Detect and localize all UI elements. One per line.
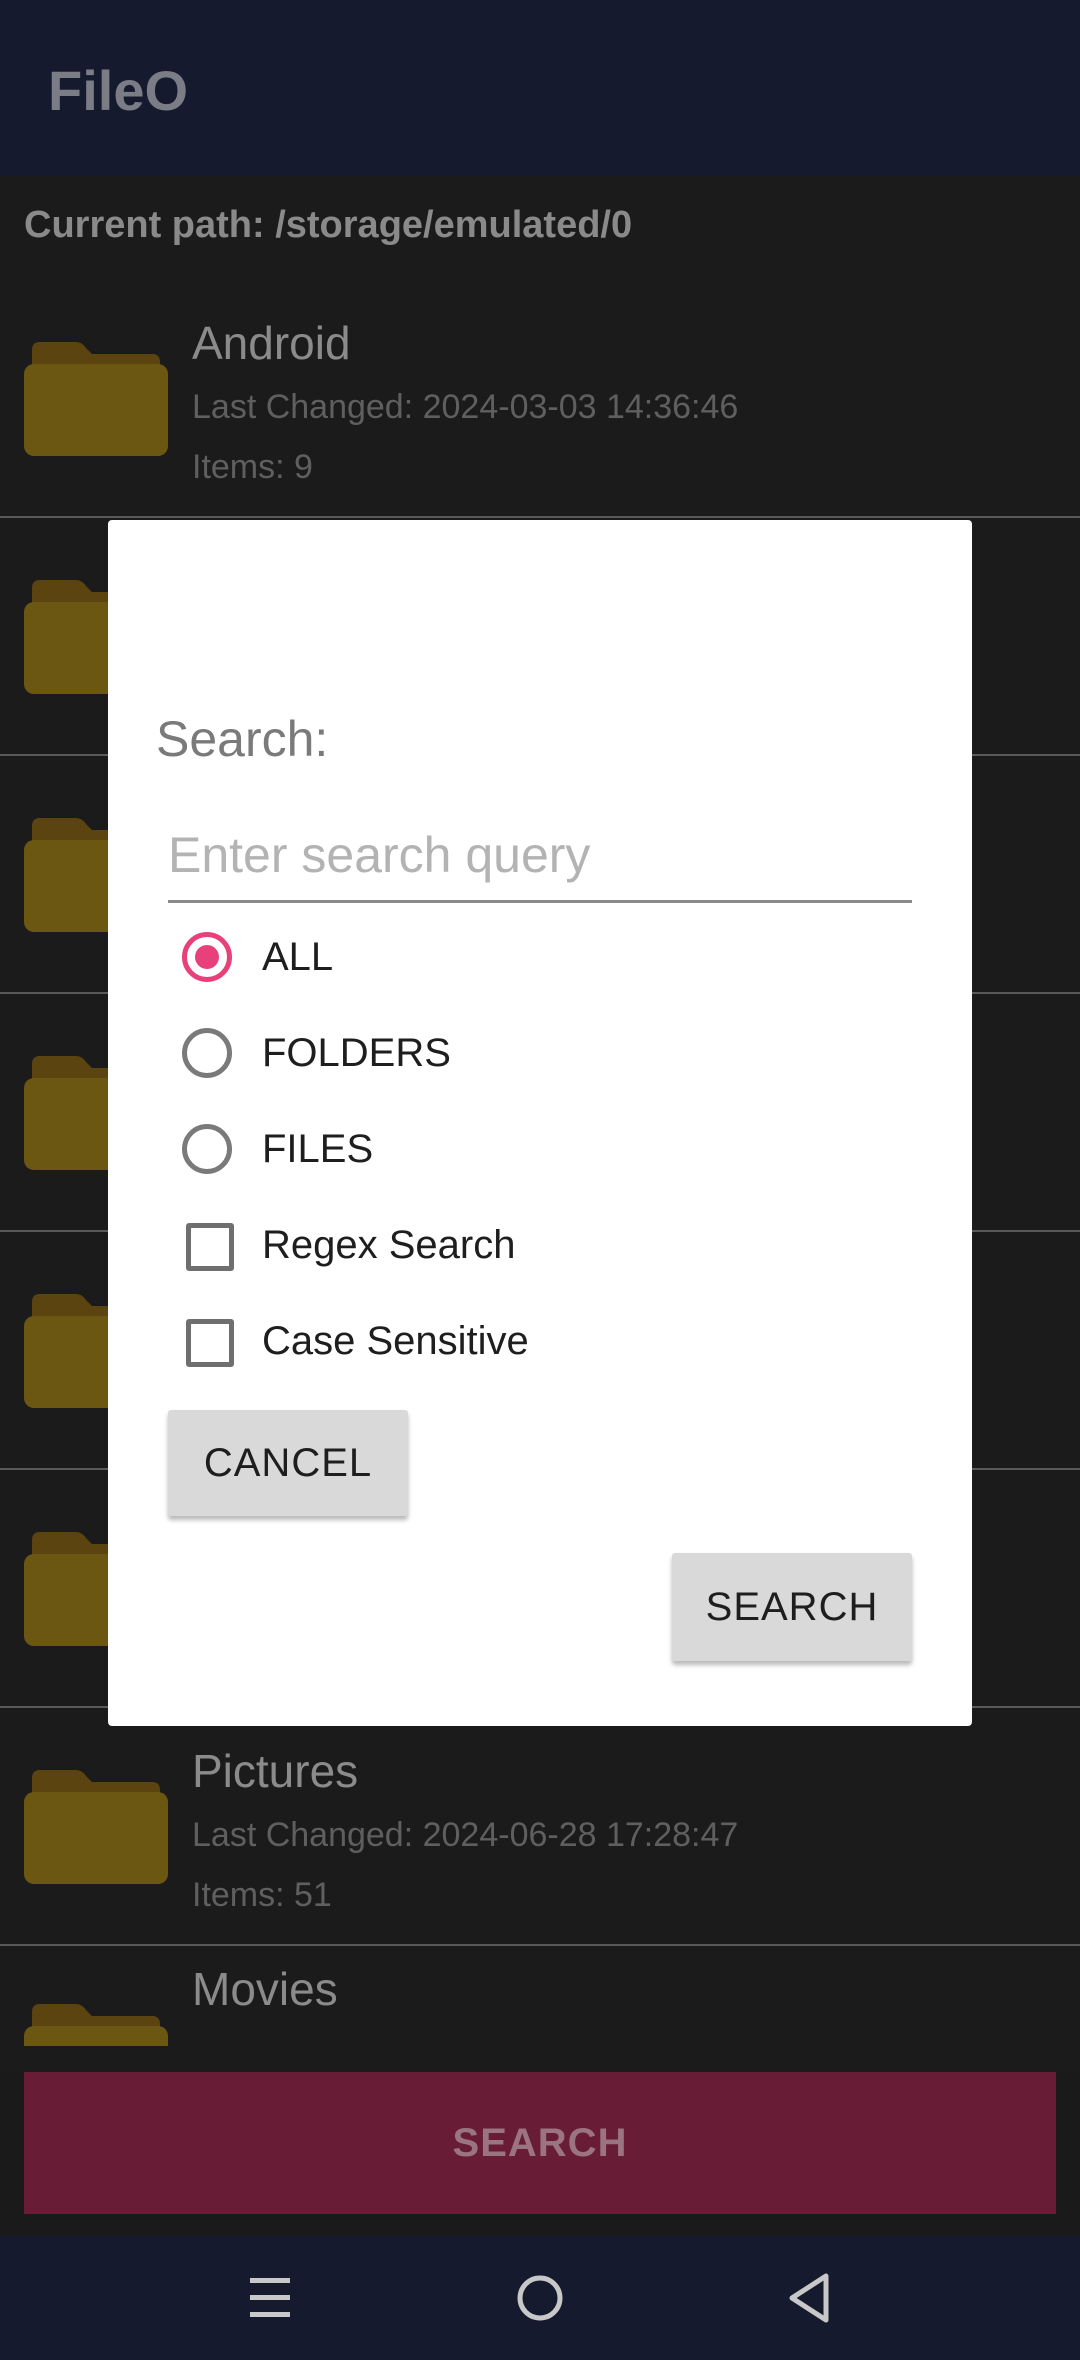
checkbox-regex[interactable]: Regex Search <box>174 1213 674 1283</box>
radio-folders[interactable]: FOLDERS <box>174 1021 674 1091</box>
folder-name: Movies <box>192 1963 338 2015</box>
current-path: Current path: /storage/emulated/0 <box>24 204 633 246</box>
bottom-search-button[interactable]: SEARCH <box>24 2072 1056 2214</box>
home-icon[interactable] <box>500 2258 580 2338</box>
folder-icon <box>24 342 168 456</box>
search-button[interactable]: SEARCH <box>672 1553 912 1661</box>
radio-button[interactable] <box>182 1124 232 1174</box>
radio-files-label: FILES <box>262 1127 374 1171</box>
menu-icon[interactable] <box>230 2258 310 2338</box>
folder-items: Items: 9 <box>192 448 313 486</box>
checkbox-regex-label: Regex Search <box>262 1223 516 1267</box>
cancel-button[interactable]: CANCEL <box>168 1410 408 1516</box>
folder-row-android[interactable]: Android Last Changed: 2024-03-03 14:36:4… <box>0 280 1080 518</box>
app-title: FileO <box>48 59 189 122</box>
folder-date: Last Changed: 2024-06-28 17:28:47 <box>192 1816 739 1854</box>
radio-folders-label: FOLDERS <box>262 1031 451 1075</box>
radio-button[interactable] <box>182 932 232 982</box>
search-dialog: Search: ALL FOLDERS FILES Regex Search C… <box>108 520 972 1726</box>
radio-button[interactable] <box>182 1028 232 1078</box>
folder-name: Pictures <box>192 1745 359 1797</box>
checkbox-case-label: Case Sensitive <box>262 1319 529 1363</box>
folder-date: Last Changed: 2024-03-03 14:36:46 <box>192 388 739 426</box>
system-nav-bar <box>0 2236 1080 2360</box>
folder-items: Items: 51 <box>192 1876 332 1914</box>
checkbox[interactable] <box>186 1223 234 1271</box>
folder-row-pictures[interactable]: Pictures Last Changed: 2024-06-28 17:28:… <box>0 1708 1080 1946</box>
folder-row-movies[interactable]: Movies <box>0 1946 1080 2046</box>
search-input[interactable] <box>168 810 912 903</box>
radio-files[interactable]: FILES <box>174 1117 674 1187</box>
checkbox-case-sensitive[interactable]: Case Sensitive <box>174 1309 674 1379</box>
folder-icon <box>24 1770 168 1884</box>
radio-all[interactable]: ALL <box>174 925 674 995</box>
checkbox[interactable] <box>186 1319 234 1367</box>
back-icon[interactable] <box>770 2258 850 2338</box>
search-label: Search: <box>156 711 329 767</box>
folder-name: Android <box>192 317 351 369</box>
radio-all-label: ALL <box>262 935 334 979</box>
folder-icon <box>24 2004 168 2046</box>
app-bar: FileO <box>0 0 1080 176</box>
